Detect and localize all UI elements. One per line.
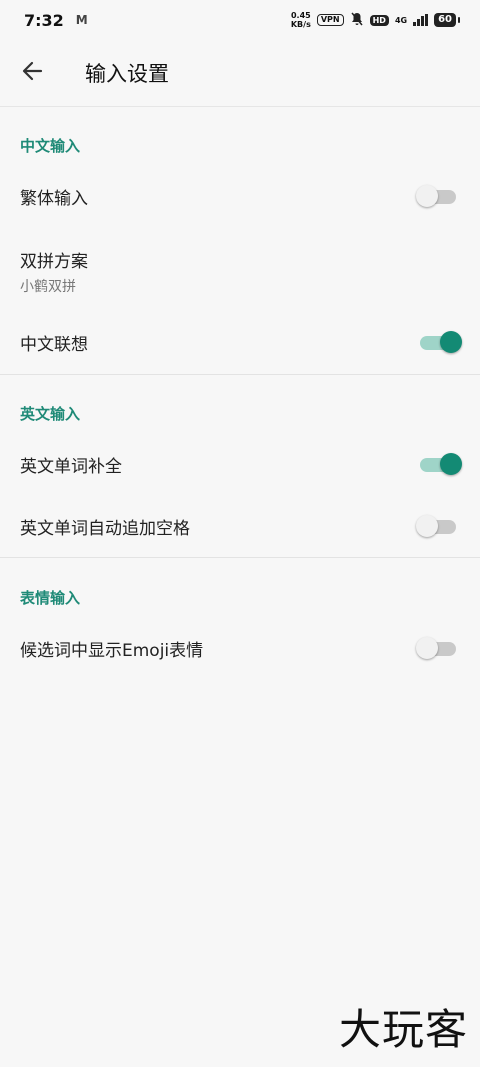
show-emoji-label: 候选词中显示Emoji表情 xyxy=(20,640,204,661)
status-time: 7:32 xyxy=(24,10,64,30)
shuangpin-scheme-label: 双拼方案 xyxy=(20,251,88,272)
hd-voice-icon: HD xyxy=(369,14,389,26)
network-speed: 0.45 KB/s xyxy=(291,11,311,29)
traditional-input-row[interactable]: 繁体输入 xyxy=(0,170,480,222)
network-type: 4G xyxy=(394,15,408,25)
status-bar: 7:32 M 0.45 KB/s VPN HD 4G 60 xyxy=(0,0,480,40)
arrow-left-icon xyxy=(21,60,43,86)
english-completion-label: 英文单词补全 xyxy=(20,456,122,477)
chinese-association-row[interactable]: 中文联想 xyxy=(0,316,480,368)
chinese-association-label: 中文联想 xyxy=(20,334,88,355)
traditional-input-toggle[interactable] xyxy=(416,184,460,208)
signal-icon xyxy=(413,14,429,26)
english-auto-space-row[interactable]: 英文单词自动追加空格 xyxy=(0,500,480,552)
app-bar: 输入设置 xyxy=(0,40,480,107)
section-divider xyxy=(0,374,480,375)
watermark-logo: 大玩客 xyxy=(338,1005,468,1054)
chinese-association-toggle[interactable] xyxy=(416,330,462,354)
gmail-notification-icon: M xyxy=(75,13,88,27)
shuangpin-scheme-row[interactable]: 双拼方案 小鹤双拼 xyxy=(0,238,480,304)
back-button[interactable] xyxy=(0,40,64,106)
section-header-emoji: 表情输入 xyxy=(20,589,81,607)
english-auto-space-toggle[interactable] xyxy=(416,514,460,538)
network-speed-unit: KB/s xyxy=(290,20,311,29)
show-emoji-row[interactable]: 候选词中显示Emoji表情 xyxy=(0,622,480,674)
english-auto-space-label: 英文单词自动追加空格 xyxy=(20,518,190,539)
english-completion-toggle[interactable] xyxy=(416,452,462,476)
page-title: 输入设置 xyxy=(85,62,169,86)
traditional-input-label: 繁体输入 xyxy=(20,188,88,209)
mute-bell-icon xyxy=(350,12,364,29)
section-divider xyxy=(0,557,480,558)
network-speed-value: 0.45 xyxy=(290,11,311,20)
section-header-chinese: 中文输入 xyxy=(20,137,81,155)
section-header-english: 英文输入 xyxy=(20,405,81,423)
english-completion-row[interactable]: 英文单词补全 xyxy=(0,438,480,490)
shuangpin-scheme-value: 小鹤双拼 xyxy=(20,278,76,295)
battery-icon: 60 xyxy=(434,13,460,27)
vpn-icon: VPN xyxy=(316,14,344,26)
show-emoji-toggle[interactable] xyxy=(416,636,460,660)
